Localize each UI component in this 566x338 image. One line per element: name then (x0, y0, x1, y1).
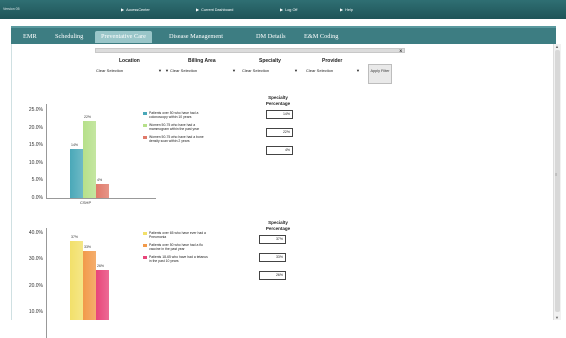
provider-label: Provider (322, 58, 343, 64)
legend-swatch (143, 232, 147, 235)
legend-entry: Women 50-75 who have had a bone density … (149, 135, 204, 143)
scroll-up-icon[interactable]: ▲ (555, 44, 559, 49)
version-label: Version 05 (3, 7, 20, 11)
x-category-label: CSHP (80, 200, 92, 205)
billing-area-select[interactable]: ▼ Clear Selection ▼ (165, 68, 240, 73)
legend-swatch (143, 244, 147, 247)
location-select-value[interactable]: Clear Selection (96, 68, 123, 73)
x-axis-line (46, 198, 156, 199)
specialty-label: Specialty (259, 58, 281, 64)
billing-area-select-value[interactable]: Clear Selection (170, 68, 197, 73)
tab-disease-management[interactable]: Disease Management (163, 31, 229, 43)
current-dashboard-label[interactable]: Current Dashboard (201, 8, 233, 12)
y-axis-line (46, 228, 47, 338)
filter-bar: X (95, 48, 405, 53)
y-tick-label: 30.0% (28, 256, 43, 263)
close-icon[interactable]: X (399, 48, 402, 53)
bar-value-label: 14% (71, 142, 79, 147)
y-tick-label: 10.0% (28, 159, 43, 166)
screening-statistics-header: Screening Statistics (19, 93, 226, 99)
bar (83, 120, 96, 198)
screening-specialty-header: Specialty Percentage (265, 95, 291, 106)
legend-swatch (143, 112, 147, 115)
y-axis-line (46, 104, 47, 198)
legend-swatch (143, 256, 147, 259)
specialty-select[interactable]: Clear Selection ▼ (242, 68, 300, 73)
log-off-link[interactable]: ▶ Log Off (280, 7, 297, 12)
screening-pct-box-2: 22% (266, 128, 293, 137)
arrow-icon: ▶ (340, 7, 344, 12)
legend-entry: Women 50-75 who have had a mammogram wit… (149, 123, 200, 131)
y-tick-label: 25.0% (28, 107, 43, 113)
y-tick-label: 0.0% (31, 195, 43, 201)
bar-value-label: 26% (97, 263, 105, 268)
legend-entry: Patients 18-65 who have had a tetanus in… (149, 255, 208, 263)
location-select[interactable]: Clear Selection ▼ (96, 68, 166, 73)
arrow-icon: ▶ (280, 7, 284, 12)
help-label[interactable]: Help (345, 8, 353, 12)
immunization-pct-box-2: 33% (259, 253, 286, 262)
screening-title: Screening Statistics (105, 93, 140, 98)
immunization-pct-box-3: 26% (259, 271, 286, 280)
tab-emr[interactable]: EMR (17, 31, 43, 43)
y-tick-label: 20.0% (28, 282, 43, 289)
tab-preventative-care[interactable]: Preventative Care (95, 31, 152, 43)
top-bar: Version 05 ▶ AccessCenter ▶ Current Dashbo… (0, 0, 566, 19)
y-tick-label: 40.0% (28, 230, 43, 236)
provider-select-value[interactable]: Clear Selection (306, 68, 333, 73)
y-tick-label: 15.0% (28, 142, 43, 149)
immunization-statistics-header: Adult Immunization Statistics (19, 218, 226, 224)
bar (96, 269, 109, 320)
chevron-down-icon[interactable]: ▼ (232, 68, 236, 73)
bar (96, 183, 109, 198)
arrow-icon: ▶ (121, 7, 125, 12)
y-tick-label: 10.0% (28, 308, 43, 315)
provider-select[interactable]: Clear Selection ▼ (306, 68, 364, 73)
scroll-grip-icon: ≡ (555, 172, 558, 177)
scroll-down-icon[interactable]: ▼ (555, 315, 559, 320)
screening-pct-box-3: 4% (266, 146, 293, 155)
help-link[interactable]: ▶ Help (340, 7, 353, 12)
bar-value-label: 4% (97, 177, 103, 182)
access-center-link[interactable]: ▶ AccessCenter (121, 7, 150, 12)
legend-entry: Patients over 50 who have had a colonosc… (149, 111, 199, 119)
bar-value-label: 22% (84, 114, 92, 119)
legend-entry: Patients over 65 who have ever had a Pne… (149, 231, 206, 239)
tab-em-coding[interactable]: E&M Coding (298, 31, 344, 43)
tab-dm-details[interactable]: DM Details (250, 31, 292, 43)
tab-scheduling[interactable]: Scheduling (49, 31, 89, 43)
y-tick-label: 20.0% (28, 124, 43, 131)
log-off-label[interactable]: Log Off (285, 8, 297, 12)
chevron-down-icon[interactable]: ▼ (356, 68, 360, 73)
billing-area-label: Billing Area (188, 58, 216, 64)
y-tick-label: 5.0% (31, 177, 43, 184)
immunization-specialty-header: Specialty Percentage (265, 220, 291, 231)
current-dashboard-link[interactable]: ▶ Current Dashboard (196, 7, 233, 12)
legend-swatch (143, 124, 147, 127)
bar-value-label: 37% (71, 234, 79, 239)
chevron-down-icon[interactable]: ▼ (294, 68, 298, 73)
screening-pct-box-1: 14% (266, 110, 293, 119)
apply-filter-button[interactable]: Apply Filter (368, 64, 392, 84)
bar (83, 251, 96, 320)
chevron-down-icon[interactable]: ▼ (158, 68, 162, 73)
bar (70, 240, 83, 320)
arrow-icon: ▶ (196, 7, 200, 12)
immunization-title: Adult Immunization Statistics (95, 218, 150, 223)
bar-value-label: 33% (84, 245, 92, 250)
legend-entry: Patients over 50 who have had a flu vacc… (149, 243, 203, 251)
location-label: Location (119, 58, 140, 64)
legend-swatch (143, 136, 147, 139)
scrollbar-thumb[interactable] (555, 50, 560, 312)
bar (70, 148, 83, 198)
tab-bar: EMR Scheduling Preventative Care Disease… (11, 26, 556, 44)
vertical-scrollbar[interactable]: ▲ ≡ ▼ (553, 44, 561, 320)
immunization-pct-box-1: 37% (259, 235, 286, 244)
specialty-select-value[interactable]: Clear Selection (242, 68, 269, 73)
access-center-label[interactable]: AccessCenter (126, 8, 150, 12)
chevron-down-icon[interactable]: ▼ (165, 68, 169, 73)
